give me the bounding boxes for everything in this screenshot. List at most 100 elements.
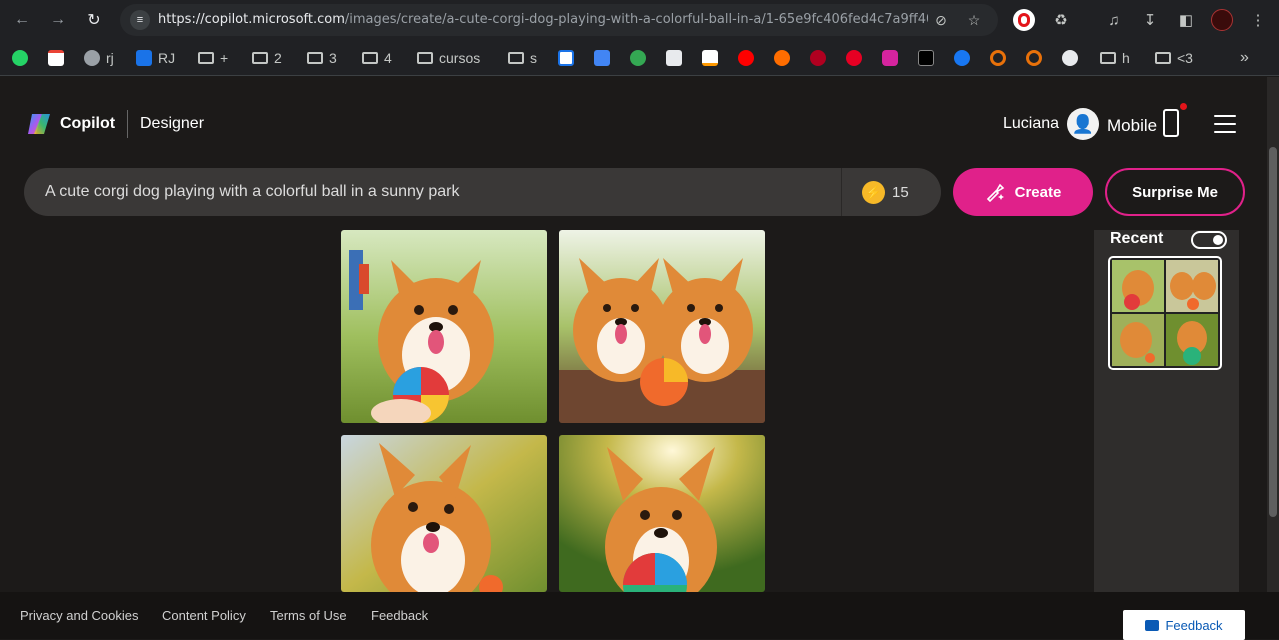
recent-title: Recent <box>1110 230 1164 247</box>
toggle-knob <box>1213 235 1223 245</box>
download-icon[interactable]: ↧ <box>1138 8 1162 32</box>
calendar-bookmark[interactable] <box>558 48 574 68</box>
youtube-bookmark[interactable] <box>738 48 754 68</box>
surprise-me-label: Surprise Me <box>1132 183 1218 201</box>
bookmark-label: h <box>1122 50 1130 66</box>
tune-icon[interactable]: ≡ <box>130 10 150 30</box>
result-image-4[interactable] <box>559 435 765 592</box>
whatsapp-icon <box>12 50 28 66</box>
bookmark-RJ[interactable]: RJ <box>136 48 175 68</box>
orange-bookmark[interactable] <box>774 48 790 68</box>
opera-extension-icon[interactable] <box>1012 8 1036 32</box>
terms-link[interactable]: Terms of Use <box>270 608 347 623</box>
bookmark-folder-love[interactable]: <3 <box>1155 48 1193 68</box>
feedback-chat-icon <box>1145 619 1160 631</box>
feedback-button[interactable]: Feedback <box>1123 610 1245 640</box>
bookmark-folder-h[interactable]: h <box>1100 48 1130 68</box>
corgi-image <box>559 230 765 423</box>
red-bookmark[interactable] <box>810 48 826 68</box>
bookmark-folder-4[interactable]: 4 <box>362 48 392 68</box>
calendar-icon <box>558 50 574 66</box>
boost-bolt-icon[interactable]: ⚡ <box>862 181 885 204</box>
youtube-icon <box>738 50 754 66</box>
url-host: https://copilot.microsoft.com <box>158 12 345 27</box>
prompt-input[interactable]: A cute corgi dog playing with a colorful… <box>24 168 941 216</box>
gmail-bookmark[interactable] <box>48 48 64 68</box>
content-policy-link[interactable]: Content Policy <box>162 608 246 623</box>
privacy-link[interactable]: Privacy and Cookies <box>20 608 139 623</box>
bookmark-label: 4 <box>384 50 392 66</box>
ring-bookmark[interactable] <box>990 48 1006 68</box>
brand-name[interactable]: Copilot <box>60 115 115 133</box>
bookmark-folder-s[interactable]: s <box>508 48 537 68</box>
bookmark-label: 2 <box>274 50 282 66</box>
reload-icon[interactable]: ↻ <box>82 8 106 32</box>
assistant-bookmark[interactable] <box>630 48 646 68</box>
x-bookmark[interactable] <box>918 48 934 68</box>
bookmark-folder-2[interactable]: 2 <box>252 48 282 68</box>
recent-collection-card[interactable] <box>1108 256 1222 370</box>
instagram-bookmark[interactable] <box>882 48 898 68</box>
media-icon[interactable]: ♫ <box>1102 8 1126 32</box>
star-icon[interactable]: ☆ <box>965 11 983 29</box>
site-icon <box>810 50 826 66</box>
app-header: Copilot Designer Luciana 👤 Mobile <box>0 77 1267 167</box>
hamburger-menu-icon[interactable] <box>1214 115 1236 133</box>
result-image-3[interactable] <box>341 435 547 592</box>
address-bar[interactable]: ≡ https://copilot.microsoft.com/images/c… <box>120 4 998 36</box>
profile-avatar-icon[interactable] <box>1210 8 1234 32</box>
bookmark-rj[interactable]: rj <box>84 48 114 68</box>
bookmark-label: 3 <box>329 50 337 66</box>
folder-icon <box>362 52 378 64</box>
surprise-me-button[interactable]: Surprise Me <box>1105 168 1245 216</box>
mobile-link[interactable]: Mobile <box>1107 116 1157 136</box>
translate-bookmark[interactable] <box>594 48 610 68</box>
folder-icon <box>508 52 524 64</box>
create-button-label: Create <box>1014 183 1062 201</box>
result-image-2[interactable] <box>559 230 765 423</box>
amazon-bookmark[interactable] <box>702 48 718 68</box>
instagram-icon <box>882 50 898 66</box>
recent-toggle[interactable] <box>1191 231 1227 249</box>
edge-bookmark[interactable] <box>1062 48 1078 68</box>
product-name[interactable]: Designer <box>140 115 204 133</box>
url-text[interactable]: https://copilot.microsoft.com/images/cre… <box>158 12 928 27</box>
prompt-text[interactable]: A cute corgi dog playing with a colorful… <box>45 183 459 201</box>
bookmark-label: RJ <box>158 50 176 66</box>
folder-icon <box>198 52 214 64</box>
ring-bookmark-2[interactable] <box>1026 48 1042 68</box>
globe-icon <box>84 50 100 66</box>
forward-icon[interactable]: → <box>46 8 70 32</box>
bookmark-folder-cursos[interactable]: cursos <box>417 48 480 68</box>
extension-icon[interactable]: ♻ <box>1049 8 1073 32</box>
scrollbar-thumb[interactable] <box>1269 147 1277 517</box>
pinterest-bookmark[interactable] <box>846 48 862 68</box>
folder-icon <box>252 52 268 64</box>
result-image-1[interactable] <box>341 230 547 423</box>
sidebar-icon[interactable]: ◧ <box>1174 8 1198 32</box>
user-name[interactable]: Luciana <box>1003 115 1059 133</box>
facebook-bookmark[interactable] <box>954 48 970 68</box>
back-icon[interactable]: ← <box>10 8 34 32</box>
bookmark-label: cursos <box>439 50 481 66</box>
bookmarks-overflow-icon[interactable]: » <box>1240 48 1249 68</box>
feedback-link[interactable]: Feedback <box>371 608 428 623</box>
bookmark-label: <3 <box>1177 50 1193 66</box>
whatsapp-bookmark[interactable] <box>12 48 28 68</box>
folder-icon <box>417 52 433 64</box>
site-icon <box>774 50 790 66</box>
eye-off-icon[interactable]: ⊘ <box>932 11 950 29</box>
mobile-phone-icon[interactable] <box>1163 109 1179 137</box>
folder-icon <box>1155 52 1171 64</box>
recent-thumbnail-grid <box>1112 260 1218 366</box>
avatar[interactable]: 👤 <box>1067 108 1099 140</box>
bookmark-folder-plus[interactable]: + <box>198 48 228 68</box>
bookmark-label: + <box>220 50 229 66</box>
bookmark-folder-3[interactable]: 3 <box>307 48 337 68</box>
menu-icon[interactable]: ⋮ <box>1246 8 1270 32</box>
brush-sparkle-icon <box>986 183 1004 202</box>
kindle-bookmark[interactable] <box>666 48 682 68</box>
copilot-logo-icon[interactable] <box>26 112 52 136</box>
page-scrollbar[interactable] <box>1267 77 1279 592</box>
create-button[interactable]: Create <box>953 168 1093 216</box>
